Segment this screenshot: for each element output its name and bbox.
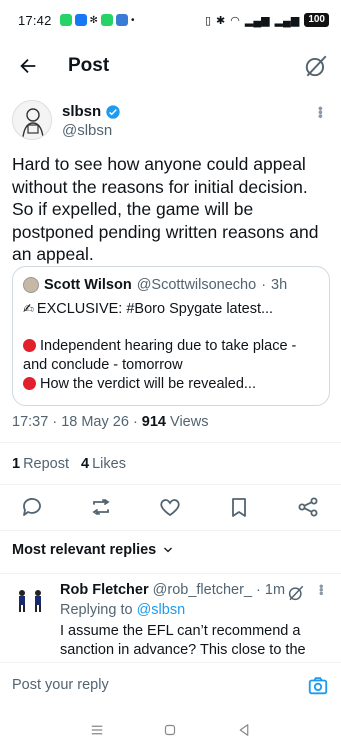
header: Post — [0, 44, 341, 88]
quote-author-name: Scott Wilson — [44, 277, 132, 293]
camera-icon[interactable] — [307, 675, 329, 697]
author-name-text: slbsn — [62, 103, 102, 120]
home-icon[interactable] — [161, 721, 179, 739]
avatar-image — [13, 101, 51, 139]
red-circle-icon — [23, 339, 36, 352]
post-text: Hard to see how anyone could appeal with… — [12, 154, 319, 264]
quote-separator: · — [261, 277, 267, 293]
status-time: 17:42 — [18, 12, 52, 28]
quoted-post[interactable]: Scott Wilson @Scottwilsonecho · 3h ✍ EXCL… — [12, 266, 330, 406]
signal-icon-2: ▂▄▆ — [274, 14, 300, 27]
back-nav-icon[interactable] — [235, 721, 253, 739]
post-author: slbsn @slbsn ••• — [12, 100, 329, 144]
avatar[interactable] — [12, 100, 52, 140]
menu-icon[interactable] — [88, 721, 106, 739]
more-options-icon[interactable]: ••• — [314, 584, 329, 595]
repost-icon[interactable] — [89, 495, 113, 519]
divider — [0, 442, 341, 443]
reply-time: 1m — [264, 582, 286, 598]
dot-icon: • — [130, 14, 135, 26]
reposts-stat[interactable]: 1 Repost — [12, 456, 69, 472]
likes-count: 4 — [81, 456, 90, 472]
app-icon — [115, 14, 128, 26]
facebook-icon — [74, 14, 87, 26]
engagement-counts: 1 Repost 4 Likes — [12, 456, 126, 472]
reposts-count: 1 — [12, 456, 21, 472]
reply-author-handle: @rob_fletcher_ — [152, 582, 253, 598]
divider — [0, 530, 341, 531]
status-bar: 17:42 ✻ • ▯ ✱ ◠ ▂▄▆ ▂▄▆ 100 — [0, 0, 341, 40]
battery-icon: 100 — [304, 13, 329, 27]
post-date: 18 May 26 — [61, 414, 129, 430]
reply-composer: Post your reply — [0, 662, 341, 710]
divider — [0, 484, 341, 485]
reply-avatar[interactable] — [12, 584, 48, 620]
red-circle-icon — [23, 377, 36, 390]
likes-stat[interactable]: 4 Likes — [81, 456, 126, 472]
quote-avatar — [23, 277, 39, 293]
chevron-down-icon — [164, 547, 173, 553]
arrow-left-icon — [20, 58, 36, 74]
reply-sort-label: Most relevant replies — [12, 542, 157, 558]
author-name[interactable]: slbsn — [62, 103, 121, 120]
notification-icons: ✻ • — [59, 14, 135, 26]
quote-line2-text: Independent hearing due to take place - — [40, 338, 297, 354]
quote-line: How the verdict will be revealed... — [23, 375, 319, 394]
bluetooth-icon: ✱ — [216, 14, 226, 27]
quote-header: Scott Wilson @Scottwilsonecho · 3h — [23, 277, 319, 293]
grok-icon[interactable] — [287, 584, 305, 602]
signal-icon: ▂▄▆ — [244, 14, 270, 27]
replying-to: Replying to @slbsn — [60, 602, 185, 618]
quote-time: 3h — [271, 277, 288, 293]
reply-icon[interactable] — [20, 495, 44, 519]
grok-icon[interactable] — [303, 53, 329, 79]
like-icon[interactable] — [158, 495, 182, 519]
share-icon[interactable] — [296, 495, 320, 519]
reply-item[interactable]: Rob Fletcher @rob_fletcher_ · 1m ••• Rep… — [0, 580, 341, 660]
views-label: Views — [170, 414, 209, 430]
more-options-icon[interactable]: ••• — [313, 106, 329, 118]
back-button[interactable] — [14, 52, 42, 80]
post-meta: 17:37 · 18 May 26 · 914 Views — [12, 414, 209, 430]
views-count: 914 — [141, 414, 166, 430]
bookmark-icon[interactable] — [227, 495, 251, 519]
quote-line: Independent hearing due to take place - — [23, 337, 319, 356]
reply-author[interactable]: Rob Fletcher @rob_fletcher_ · 1m — [60, 582, 285, 598]
quote-line1-text: EXCLUSIVE: #Boro Spygate latest... — [36, 301, 274, 317]
reply-input[interactable]: Post your reply — [12, 677, 109, 693]
post-time: 17:37 — [12, 414, 49, 430]
reposts-label: Repost — [23, 456, 70, 472]
page-title: Post — [68, 55, 110, 76]
reply-author-name: Rob Fletcher — [60, 582, 149, 598]
author-handle[interactable]: @slbsn — [62, 122, 112, 139]
writing-hand-icon: ✍ — [23, 301, 34, 316]
gear-small-icon: ✻ — [89, 14, 98, 26]
wifi-icon: ◠ — [230, 14, 240, 27]
whatsapp-icon — [100, 14, 113, 26]
whatsapp-icon — [59, 14, 72, 26]
replying-prefix: Replying to — [60, 602, 133, 618]
verified-icon — [106, 104, 120, 119]
quote-line: ✍ EXCLUSIVE: #Boro Spygate latest... — [23, 299, 319, 319]
reply-text: I assume the EFL can’t recommend a sanct… — [60, 623, 306, 658]
quote-line: and conclude - tomorrow — [23, 357, 183, 373]
system-icons: ▯ ✱ ◠ ▂▄▆ ▂▄▆ 100 — [205, 13, 329, 27]
action-bar — [20, 492, 320, 522]
quote-line4-text: How the verdict will be revealed... — [40, 376, 256, 392]
divider — [0, 573, 341, 574]
quote-author-handle: @Scottwilsonecho — [136, 277, 257, 293]
vibrate-icon: ▯ — [204, 14, 212, 27]
likes-label: Likes — [92, 456, 126, 472]
system-nav-bar — [0, 710, 341, 750]
reply-sort-dropdown[interactable]: Most relevant replies — [12, 542, 174, 558]
replying-to-link[interactable]: @slbsn — [137, 602, 186, 618]
